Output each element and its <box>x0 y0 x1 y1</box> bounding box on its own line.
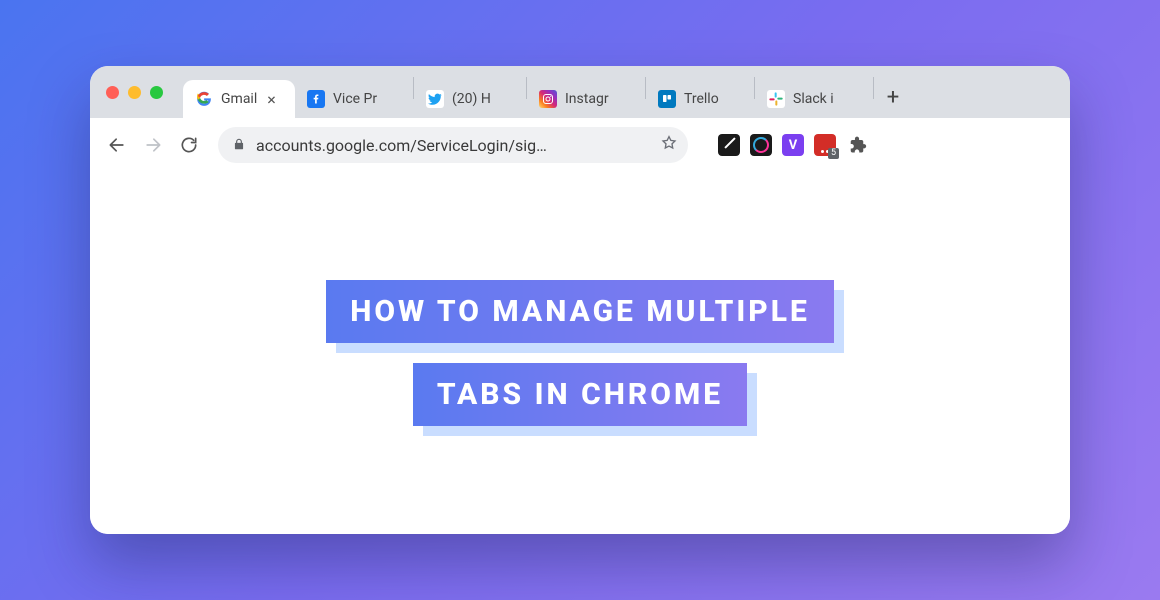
lock-icon <box>232 136 246 155</box>
tab-twitter[interactable]: (20) H <box>414 80 526 118</box>
tab-trello[interactable]: Trello <box>646 80 754 118</box>
tab-facebook[interactable]: Vice Pr <box>295 80 413 118</box>
window-minimize-button[interactable] <box>128 86 141 99</box>
tab-strip: Gmail × Vice Pr (20) H <box>90 66 1070 118</box>
tab-label: Trello <box>684 91 719 107</box>
tab-separator <box>873 77 874 99</box>
extensions-menu-button[interactable] <box>846 134 868 156</box>
tab-instagram[interactable]: Instagr <box>527 80 645 118</box>
extension-screen-recorder[interactable] <box>750 134 772 156</box>
extension-lastpass[interactable]: 5 <box>814 134 836 156</box>
tab-label: Slack i <box>793 91 834 107</box>
extension-vidyard[interactable]: V <box>782 134 804 156</box>
bookmark-star-icon[interactable] <box>660 134 678 156</box>
back-button[interactable] <box>104 132 130 158</box>
headline-text: HOW TO MANAGE MULTIPLE <box>326 280 834 343</box>
forward-button[interactable] <box>140 132 166 158</box>
window-close-button[interactable] <box>106 86 119 99</box>
extensions-row: V 5 <box>718 134 868 156</box>
tab-label: Gmail <box>221 91 257 107</box>
tab-slack[interactable]: Slack i <box>755 80 873 118</box>
page-content: HOW TO MANAGE MULTIPLE TABS IN CHROME <box>90 172 1070 534</box>
tabs-container: Gmail × Vice Pr (20) H <box>183 66 1060 118</box>
extension-color-picker[interactable] <box>718 134 740 156</box>
tab-gmail[interactable]: Gmail × <box>183 80 295 118</box>
trello-icon <box>658 90 676 108</box>
headline-text: TABS IN CHROME <box>413 363 747 426</box>
browser-window: Gmail × Vice Pr (20) H <box>90 66 1070 534</box>
url-text: accounts.google.com/ServiceLogin/sig… <box>256 136 650 155</box>
extension-badge: 5 <box>828 148 839 159</box>
toolbar: accounts.google.com/ServiceLogin/sig… V … <box>90 118 1070 172</box>
window-controls <box>106 66 183 118</box>
slack-icon <box>767 90 785 108</box>
address-bar[interactable]: accounts.google.com/ServiceLogin/sig… <box>218 127 688 163</box>
window-maximize-button[interactable] <box>150 86 163 99</box>
close-icon[interactable]: × <box>267 90 276 109</box>
headline-line-2: TABS IN CHROME <box>413 363 747 426</box>
tab-label: Instagr <box>565 91 609 107</box>
headline: HOW TO MANAGE MULTIPLE TABS IN CHROME <box>326 270 834 436</box>
google-icon <box>195 90 213 108</box>
twitter-icon <box>426 90 444 108</box>
vidyard-letter: V <box>789 138 798 153</box>
reload-button[interactable] <box>176 132 202 158</box>
puzzle-icon <box>847 135 867 155</box>
headline-line-1: HOW TO MANAGE MULTIPLE <box>326 280 834 343</box>
tab-label: Vice Pr <box>333 91 377 107</box>
tab-label: (20) H <box>452 91 491 107</box>
facebook-icon <box>307 90 325 108</box>
new-tab-button[interactable]: + <box>878 82 908 112</box>
plus-icon: + <box>887 85 899 110</box>
instagram-icon <box>539 90 557 108</box>
